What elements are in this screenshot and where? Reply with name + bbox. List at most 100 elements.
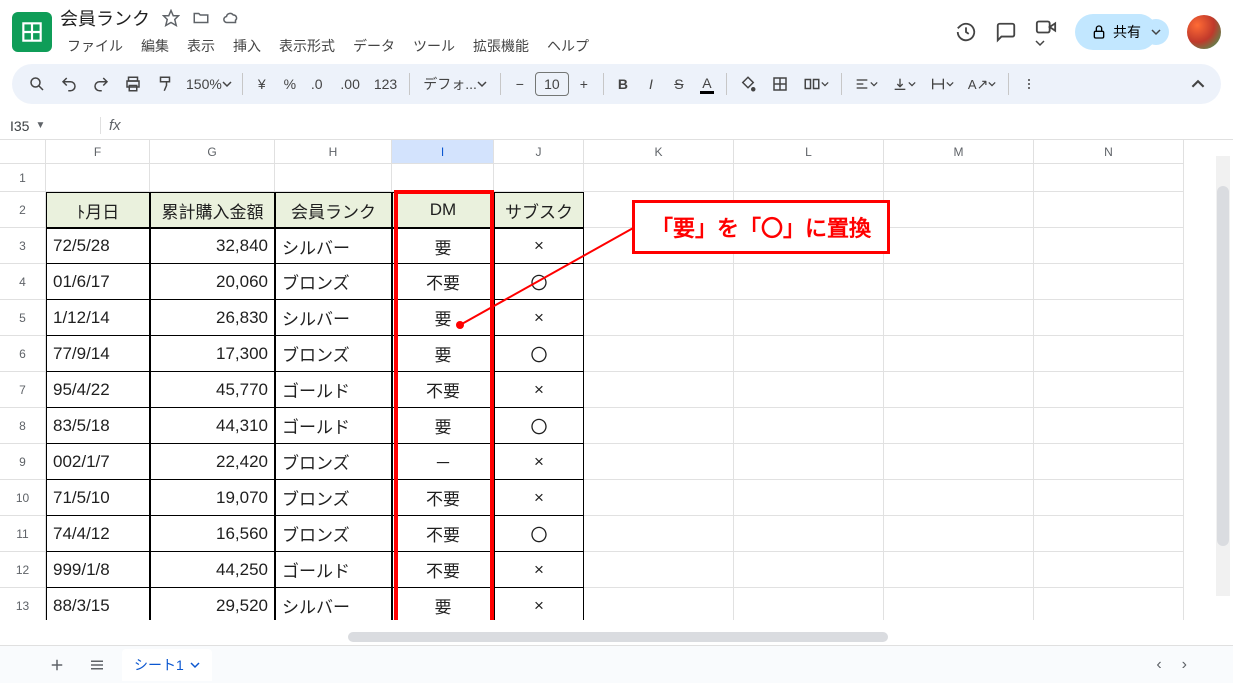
cell-J11[interactable]: 〇	[494, 516, 584, 552]
cell-L4[interactable]	[734, 264, 884, 300]
cell-F12[interactable]: 999/1/8	[46, 552, 150, 588]
cell-I10[interactable]: 不要	[392, 480, 494, 516]
menu-view[interactable]: 表示	[180, 33, 222, 59]
cell-F1[interactable]	[46, 164, 150, 192]
search-menus-button[interactable]	[22, 70, 52, 98]
cell-F6[interactable]: 77/9/14	[46, 336, 150, 372]
cell-H6[interactable]: ブロンズ	[275, 336, 392, 372]
cell-H13[interactable]: シルバー	[275, 588, 392, 620]
cell-H10[interactable]: ブロンズ	[275, 480, 392, 516]
cell-L6[interactable]	[734, 336, 884, 372]
cell-N3[interactable]	[1034, 228, 1184, 264]
decrease-decimal-button[interactable]: .0	[305, 70, 333, 98]
increase-decimal-button[interactable]: .00	[334, 70, 365, 98]
cell-K12[interactable]	[584, 552, 734, 588]
cell-G2[interactable]: 累計購入金額	[150, 192, 275, 228]
col-header-G[interactable]: G	[150, 140, 275, 164]
cell-L10[interactable]	[734, 480, 884, 516]
col-header-H[interactable]: H	[275, 140, 392, 164]
cell-N12[interactable]	[1034, 552, 1184, 588]
italic-button[interactable]: I	[638, 70, 664, 98]
cell-H8[interactable]: ゴールド	[275, 408, 392, 444]
wrap-button[interactable]	[924, 70, 960, 98]
cell-H3[interactable]: シルバー	[275, 228, 392, 264]
all-sheets-button[interactable]	[82, 650, 112, 680]
star-icon[interactable]	[162, 9, 180, 27]
cell-I1[interactable]	[392, 164, 494, 192]
cell-G13[interactable]: 29,520	[150, 588, 275, 620]
row-header-1[interactable]: 1	[0, 164, 46, 192]
cell-N1[interactable]	[1034, 164, 1184, 192]
sheet-nav-right[interactable]: ›	[1176, 650, 1193, 680]
cell-F10[interactable]: 71/5/10	[46, 480, 150, 516]
font-size-input[interactable]: 10	[535, 72, 569, 96]
move-icon[interactable]	[192, 9, 210, 27]
cell-I13[interactable]: 要	[392, 588, 494, 620]
cell-K11[interactable]	[584, 516, 734, 552]
cell-N10[interactable]	[1034, 480, 1184, 516]
cell-M4[interactable]	[884, 264, 1034, 300]
add-sheet-button[interactable]	[42, 650, 72, 680]
cell-L12[interactable]	[734, 552, 884, 588]
menu-help[interactable]: ヘルプ	[540, 33, 596, 59]
cell-M2[interactable]	[884, 192, 1034, 228]
row-header-3[interactable]: 3	[0, 228, 46, 264]
cell-G7[interactable]: 45,770	[150, 372, 275, 408]
strikethrough-button[interactable]: S	[666, 70, 692, 98]
menu-edit[interactable]: 編集	[134, 33, 176, 59]
cell-F5[interactable]: 1/12/14	[46, 300, 150, 336]
formula-input[interactable]	[129, 112, 1233, 139]
col-header-J[interactable]: J	[494, 140, 584, 164]
decrease-font-button[interactable]: −	[507, 70, 533, 98]
cell-K8[interactable]	[584, 408, 734, 444]
cell-L8[interactable]	[734, 408, 884, 444]
cell-H12[interactable]: ゴールド	[275, 552, 392, 588]
cell-I6[interactable]: 要	[392, 336, 494, 372]
cell-G12[interactable]: 44,250	[150, 552, 275, 588]
cell-J10[interactable]: ×	[494, 480, 584, 516]
cell-G6[interactable]: 17,300	[150, 336, 275, 372]
cell-G8[interactable]: 44,310	[150, 408, 275, 444]
cell-L7[interactable]	[734, 372, 884, 408]
cell-K9[interactable]	[584, 444, 734, 480]
cell-K7[interactable]	[584, 372, 734, 408]
menu-insert[interactable]: 挿入	[226, 33, 268, 59]
cell-N13[interactable]	[1034, 588, 1184, 620]
col-header-K[interactable]: K	[584, 140, 734, 164]
cell-L1[interactable]	[734, 164, 884, 192]
cell-G1[interactable]	[150, 164, 275, 192]
cell-I12[interactable]: 不要	[392, 552, 494, 588]
cell-N9[interactable]	[1034, 444, 1184, 480]
cell-N11[interactable]	[1034, 516, 1184, 552]
user-avatar[interactable]	[1187, 15, 1221, 49]
cell-N8[interactable]	[1034, 408, 1184, 444]
cell-N6[interactable]	[1034, 336, 1184, 372]
cell-F13[interactable]: 88/3/15	[46, 588, 150, 620]
cell-H2[interactable]: 会員ランク	[275, 192, 392, 228]
cell-I2[interactable]: DM	[392, 192, 494, 228]
cell-G9[interactable]: 22,420	[150, 444, 275, 480]
row-header-4[interactable]: 4	[0, 264, 46, 300]
cell-M7[interactable]	[884, 372, 1034, 408]
row-header-6[interactable]: 6	[0, 336, 46, 372]
cell-H7[interactable]: ゴールド	[275, 372, 392, 408]
cell-N7[interactable]	[1034, 372, 1184, 408]
zoom-dropdown[interactable]: 150%	[182, 70, 236, 98]
valign-button[interactable]	[886, 70, 922, 98]
share-dropdown[interactable]	[1143, 19, 1169, 45]
align-button[interactable]	[848, 70, 884, 98]
paint-format-button[interactable]	[150, 70, 180, 98]
cell-G3[interactable]: 32,840	[150, 228, 275, 264]
horizontal-scrollbar[interactable]	[48, 631, 1213, 643]
cell-N5[interactable]	[1034, 300, 1184, 336]
row-header-8[interactable]: 8	[0, 408, 46, 444]
row-header-11[interactable]: 11	[0, 516, 46, 552]
cell-H9[interactable]: ブロンズ	[275, 444, 392, 480]
print-button[interactable]	[118, 70, 148, 98]
merge-button[interactable]	[797, 70, 835, 98]
more-button[interactable]	[1015, 70, 1043, 98]
cell-J6[interactable]: 〇	[494, 336, 584, 372]
redo-button[interactable]	[86, 70, 116, 98]
select-all-corner[interactable]	[0, 140, 46, 164]
cell-F8[interactable]: 83/5/18	[46, 408, 150, 444]
